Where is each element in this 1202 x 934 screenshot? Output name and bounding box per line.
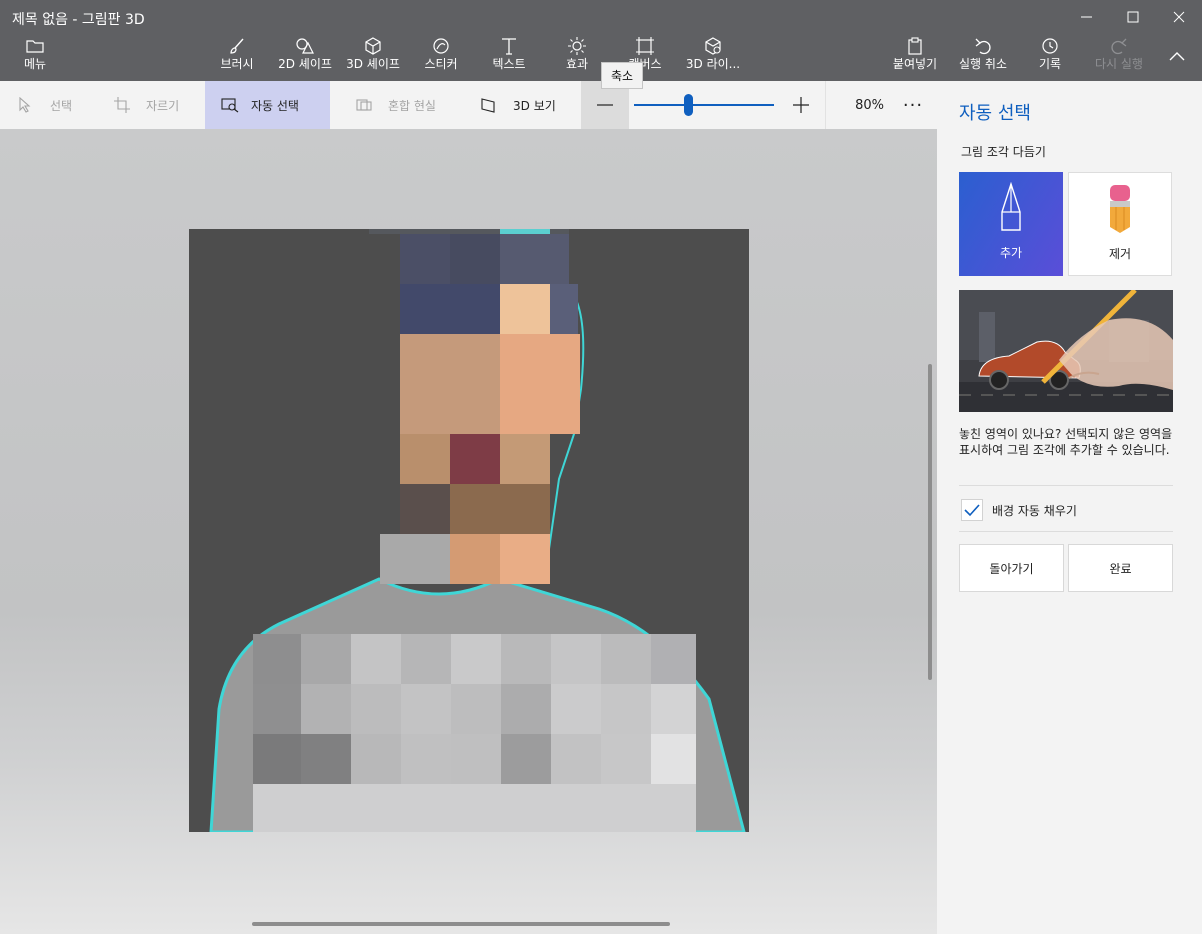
crop-icon [114,97,130,113]
sticker-tab[interactable]: 스티커 [418,36,464,78]
select-tool[interactable]: 선택 [18,81,108,129]
back-button[interactable]: 돌아가기 [959,544,1064,592]
undo-label: 실행 취소 [959,57,1007,71]
history-icon [1041,36,1059,56]
redo-icon [1110,36,1128,56]
tool-options-bar: 선택 자르기 자동 선택 혼합 현실 3D 보기 80% ··· [0,81,937,129]
zoom-in-button[interactable] [780,81,822,129]
mixed-reality-button[interactable]: 혼합 현실 [356,81,466,129]
redo-button[interactable]: 다시 실행 [1090,36,1148,78]
library-3d-icon [704,36,722,56]
zoom-slider-thumb[interactable] [684,94,693,116]
shapes3d-label: 3D 셰이프 [346,57,400,71]
effects-tab[interactable]: 효과 [556,36,598,78]
crop-label: 자르기 [146,98,180,113]
window-title: 제목 없음 - 그림판 3D [12,12,145,28]
paste-label: 붙여넣기 [892,57,938,71]
brush-label: 브러시 [220,57,254,71]
add-area-button[interactable]: 추가 [959,172,1063,276]
shapes-2d-icon [295,36,315,56]
close-button[interactable] [1156,0,1202,34]
magic-select-tool[interactable]: 자동 선택 [205,81,330,129]
chevron-up-icon [1169,46,1185,66]
zoom-out-tooltip: 축소 [601,62,644,89]
folder-icon [26,36,44,56]
magic-select-panel: 자동 선택 그림 조각 다듬기 추가 제거 놓친 영역이 있나요? 선택되지 않… [937,81,1202,934]
undo-button[interactable]: 실행 취소 [953,36,1013,78]
maximize-button[interactable] [1110,0,1156,34]
clipboard-icon [907,36,923,56]
redo-label: 다시 실행 [1095,57,1143,71]
close-icon [1173,11,1185,23]
effects-label: 효과 [565,57,589,71]
shapes3d-tab[interactable]: 3D 셰이프 [341,36,405,78]
image-canvas[interactable] [189,224,749,834]
text-tab[interactable]: 텍스트 [486,36,532,78]
mixed-reality-icon [356,98,372,112]
autofill-label: 배경 자동 채우기 [992,504,1077,518]
plus-icon [793,97,809,113]
tutorial-illustration [959,290,1173,412]
brush-tab[interactable]: 브러시 [213,36,261,78]
magic-select-label: 자동 선택 [251,98,299,113]
menu-label: 메뉴 [23,57,47,71]
library3d-tab[interactable]: 3D 라이... [683,36,743,78]
remove-area-button[interactable]: 제거 [1068,172,1172,276]
zoom-percentage[interactable]: 80% [826,81,884,129]
history-label: 기록 [1038,57,1062,71]
autofill-checkbox[interactable] [961,499,983,521]
eraser-icon [1107,173,1133,245]
remove-label: 제거 [1108,247,1132,261]
canvas-workspace[interactable] [0,129,937,934]
horizontal-scrollbar[interactable] [252,922,670,926]
minimize-icon [1081,16,1092,18]
cursor-icon [18,97,32,113]
help-text: 놓친 영역이 있나요? 선택되지 않은 영역을 표시하여 그림 조각에 추가할 … [959,427,1173,457]
magic-select-icon [221,97,239,113]
text-icon [501,36,517,56]
view-3d-button[interactable]: 3D 보기 [481,81,573,129]
photo-pixelated-person [209,224,746,834]
sun-icon [568,36,586,56]
view-3d-label: 3D 보기 [513,98,556,113]
add-label: 추가 [999,246,1023,260]
mixed-reality-label: 혼합 현실 [388,98,436,113]
canvas-icon [636,36,654,56]
sticker-label: 스티커 [424,57,458,71]
checkmark-icon [964,504,980,517]
brush-icon [228,36,246,56]
shapes2d-label: 2D 셰이프 [278,57,332,71]
view-3d-icon [481,97,497,113]
title-bar: 제목 없음 - 그림판 3D [0,0,1202,34]
cube-icon [364,36,382,56]
vertical-scrollbar[interactable] [928,364,932,680]
history-button[interactable]: 기록 [1030,36,1070,78]
minus-icon [597,104,613,106]
select-label: 선택 [50,98,73,113]
maximize-icon [1127,11,1139,23]
sticker-icon [432,36,450,56]
panel-divider [959,531,1173,532]
menu-button[interactable]: 메뉴 [14,36,56,78]
done-button[interactable]: 완료 [1068,544,1173,592]
pen-add-icon [996,172,1026,244]
panel-title: 자동 선택 [959,103,1031,124]
crop-tool[interactable]: 자르기 [114,81,204,129]
paste-button[interactable]: 붙여넣기 [888,36,942,78]
shapes2d-tab[interactable]: 2D 셰이프 [273,36,337,78]
undo-icon [974,36,992,56]
text-label: 텍스트 [492,57,526,71]
panel-subtitle: 그림 조각 다듬기 [961,145,1046,159]
minimize-button[interactable] [1064,0,1110,34]
panel-divider [959,485,1173,486]
zoom-slider-track[interactable] [634,104,774,106]
more-options-button[interactable]: ··· [890,81,936,129]
library3d-label: 3D 라이... [685,57,741,71]
